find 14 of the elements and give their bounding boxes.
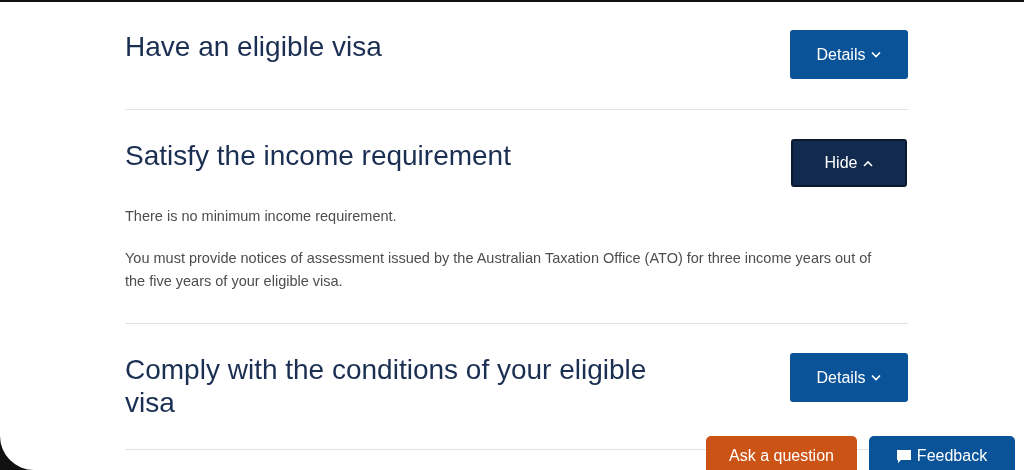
section-heading: Have an eligible visa <box>125 30 382 63</box>
ask-question-button[interactable]: Ask a question <box>706 436 857 470</box>
section-heading: Comply with the conditions of your eligible visa <box>125 353 648 419</box>
caret-down-icon <box>871 51 882 58</box>
caret-up-icon <box>863 159 874 167</box>
speech-bubble-icon <box>896 449 911 463</box>
feedback-button[interactable]: Feedback <box>869 436 1015 470</box>
paragraph: There is no minimum income requirement. <box>125 207 398 226</box>
details-button[interactable]: Details <box>790 30 908 79</box>
details-button[interactable]: Details <box>790 353 908 402</box>
hide-button[interactable]: Hide <box>791 139 907 187</box>
paragraph: You must provide notices of assessment issued by the Australian Taxation Office (ATO) for three income years out of the five years of your eligible visa. <box>125 249 873 291</box>
caret-down-icon <box>871 374 882 381</box>
section-heading: Satisfy the income requirement <box>125 139 511 172</box>
